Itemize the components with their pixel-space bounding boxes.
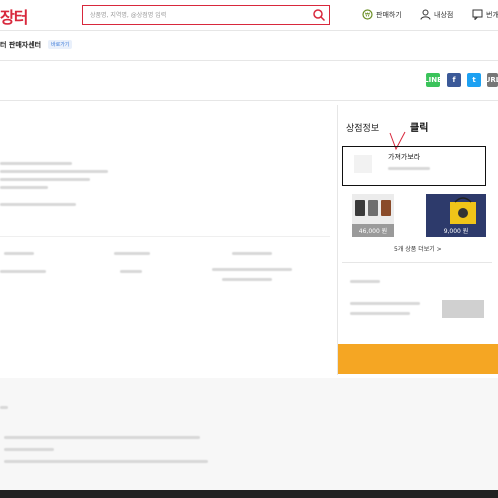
search-icon[interactable] [312,8,326,22]
facebook-share-icon[interactable]: f [447,73,461,87]
url-share-icon[interactable]: URL [485,73,498,87]
shop-avatar[interactable] [354,155,372,173]
myshop-label: 내상점 [434,10,454,19]
subheader-divider [0,60,498,61]
review-heading [350,280,380,283]
product-thumbnail[interactable] [352,194,394,224]
shop-stats [388,167,430,170]
bag-image [355,200,391,216]
product-thumbnail[interactable] [426,194,486,224]
svg-text:₩: ₩ [365,13,370,19]
user-icon [420,9,431,20]
myshop-button[interactable]: 내상점 [420,9,453,20]
tote-bag-image [450,197,476,224]
sidebar-divider [337,105,338,375]
footer-text [4,448,54,451]
seller-center-title[interactable]: 터 판매자센터 [0,40,41,50]
bottom-bar [0,490,498,498]
footer-text [4,460,208,463]
click-annotation: 클릭 [410,123,429,134]
content-divider [0,100,498,101]
follow-button[interactable] [442,300,484,318]
footer-heading [0,406,8,409]
sell-icon: ₩ [362,9,373,20]
search-placeholder[interactable]: 상품명, 지역명, @상점명 입력 [90,10,166,19]
talk-label: 번개 [486,10,498,19]
review-text [350,302,420,305]
more-products-link[interactable]: 5개 상품 더보기 > [394,244,442,253]
brand-logo[interactable]: 장터 [0,4,28,28]
sell-button[interactable]: ₩ 판매하기 [362,9,402,20]
review-text [350,312,410,315]
buy-button[interactable] [338,344,498,374]
twitter-share-icon[interactable]: t [467,73,481,87]
sell-label: 판매하기 [376,10,402,19]
shop-info-title: 상점정보 [346,124,380,134]
product-info-row [0,252,330,292]
seller-center-badge[interactable]: 바로가기 [48,40,73,49]
talk-button[interactable]: 번개 [472,9,498,20]
product-price[interactable]: 46,000 원 [352,224,394,237]
product-description [0,162,108,206]
sidebar-divider-2 [342,262,492,263]
line-share-icon[interactable]: LINE [424,73,442,87]
product-price[interactable]: 9,000 원 [426,224,486,237]
shop-name[interactable]: 가져가보라 [388,152,420,162]
header-divider [0,30,498,31]
footer-text [4,436,200,439]
info-divider [0,236,330,237]
chat-icon [472,9,483,20]
